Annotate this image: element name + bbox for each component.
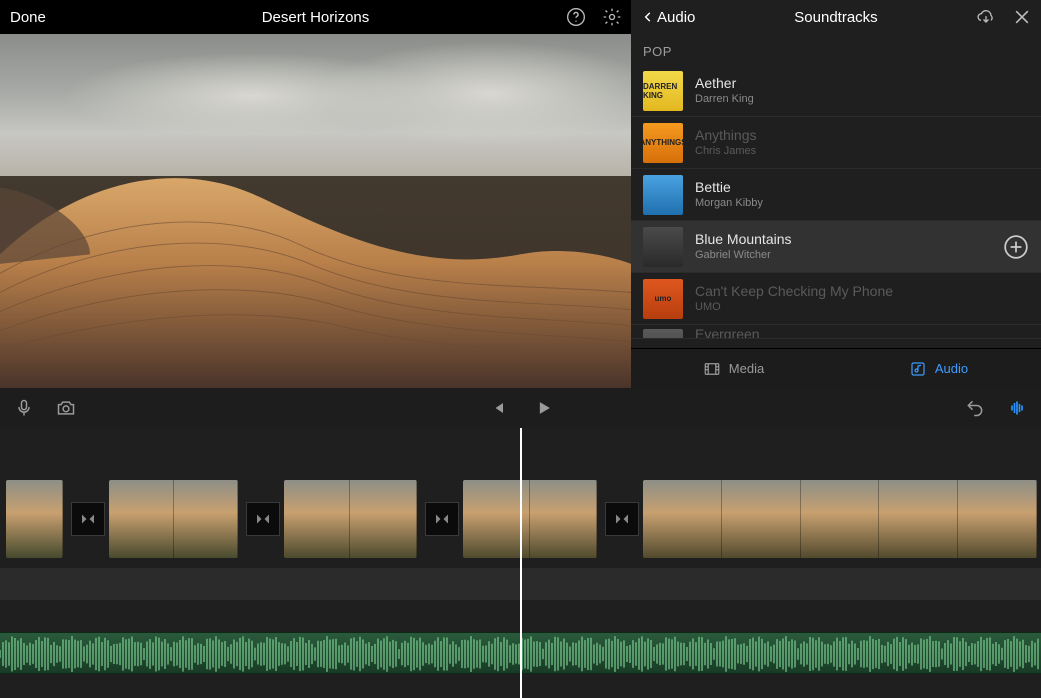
done-button[interactable]: Done — [10, 9, 46, 26]
album-artwork — [643, 329, 683, 339]
audio-panel-header: Audio Soundtracks — [631, 0, 1041, 34]
transition-button[interactable] — [71, 502, 105, 536]
track-row[interactable]: umo Can't Keep Checking My PhoneUMO — [631, 273, 1041, 325]
transport-bar — [0, 388, 1041, 428]
album-artwork: umo — [643, 279, 683, 319]
transition-button[interactable] — [425, 502, 459, 536]
video-clip[interactable] — [109, 480, 238, 558]
audio-browser-panel: Audio Soundtracks POP DARREN KING AetherD… — [631, 0, 1041, 388]
help-icon[interactable] — [565, 6, 587, 28]
back-button[interactable]: Audio — [641, 9, 695, 26]
close-icon[interactable] — [1011, 6, 1033, 28]
track-artist: Gabriel Witcher — [695, 248, 1003, 262]
audio-track[interactable] — [0, 632, 1041, 674]
track-title: Can't Keep Checking My Phone — [695, 282, 1029, 300]
timeline[interactable] — [0, 428, 1041, 698]
settings-gear-icon[interactable] — [601, 6, 623, 28]
video-clip[interactable] — [6, 480, 63, 558]
timeline-gap-row — [0, 568, 1041, 600]
video-preview[interactable] — [0, 34, 631, 388]
play-icon[interactable] — [534, 398, 554, 418]
track-artist: Darren King — [695, 92, 1029, 106]
video-track[interactable] — [0, 476, 1041, 562]
video-clip[interactable] — [463, 480, 598, 558]
album-artwork — [643, 175, 683, 215]
previous-icon[interactable] — [488, 398, 508, 418]
track-title: Aether — [695, 74, 1029, 92]
track-row[interactable]: ANYTHINGS AnythingsChris James — [631, 117, 1041, 169]
tab-media[interactable]: Media — [631, 349, 836, 388]
video-preview-pane: Done Desert Horizons — [0, 0, 631, 388]
video-clip[interactable] — [284, 480, 417, 558]
waveform-icon[interactable] — [1007, 398, 1027, 418]
track-artist: Chris James — [695, 144, 1029, 158]
track-row[interactable]: DARREN KING AetherDarren King — [631, 65, 1041, 117]
microphone-icon[interactable] — [14, 398, 34, 418]
transition-button[interactable] — [605, 502, 639, 536]
track-artist: Morgan Kibby — [695, 196, 1029, 210]
download-cloud-icon[interactable] — [975, 6, 997, 28]
project-title: Desert Horizons — [0, 9, 631, 26]
tab-media-label: Media — [729, 361, 764, 376]
undo-icon[interactable] — [965, 398, 985, 418]
tab-audio[interactable]: Audio — [836, 349, 1041, 388]
track-title: Anythings — [695, 126, 1029, 144]
section-label-pop: POP — [631, 34, 1041, 65]
track-row[interactable]: Blue MountainsGabriel Witcher — [631, 221, 1041, 273]
track-row[interactable]: Evergreen — [631, 325, 1041, 339]
preview-header: Done Desert Horizons — [0, 0, 631, 34]
track-row[interactable]: BettieMorgan Kibby — [631, 169, 1041, 221]
track-list[interactable]: DARREN KING AetherDarren King ANYTHINGS Any… — [631, 65, 1041, 348]
add-track-button[interactable] — [1003, 234, 1029, 260]
camera-icon[interactable] — [56, 398, 76, 418]
album-artwork — [643, 227, 683, 267]
track-artist: UMO — [695, 300, 1029, 314]
track-title: Blue Mountains — [695, 230, 1003, 248]
track-title: Evergreen — [695, 325, 1029, 339]
album-artwork: DARREN KING — [643, 71, 683, 111]
video-clip[interactable] — [643, 480, 1037, 558]
album-artwork: ANYTHINGS — [643, 123, 683, 163]
transition-button[interactable] — [246, 502, 280, 536]
track-title: Bettie — [695, 178, 1029, 196]
tab-audio-label: Audio — [935, 361, 968, 376]
back-label: Audio — [657, 9, 695, 26]
